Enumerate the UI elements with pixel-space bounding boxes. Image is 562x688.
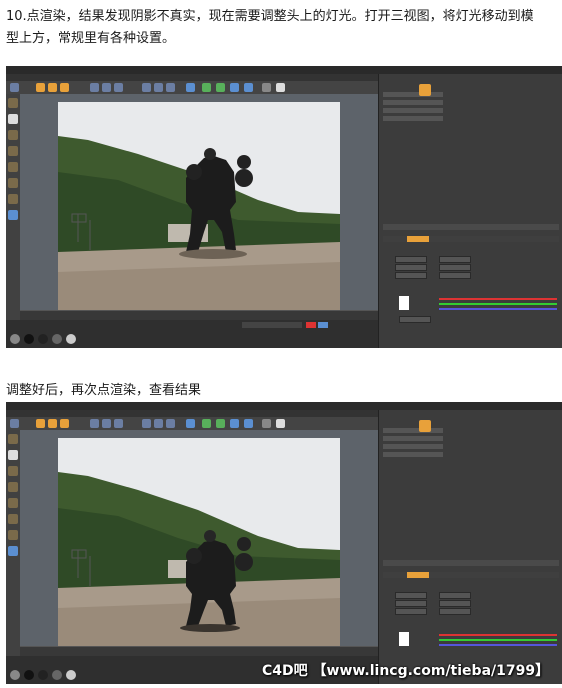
coord-field[interactable]	[439, 600, 471, 607]
render-settings-icon[interactable]	[166, 419, 175, 428]
object-row[interactable]	[383, 436, 443, 441]
tool-icon[interactable]	[8, 162, 18, 172]
tool-icon[interactable]	[8, 482, 18, 492]
object-row[interactable]	[383, 452, 443, 457]
light-icon[interactable]	[276, 419, 285, 428]
coord-field[interactable]	[395, 272, 427, 279]
toolbar	[6, 81, 378, 94]
tool-icon[interactable]	[8, 466, 18, 476]
material-manager	[6, 320, 378, 348]
tool-icon[interactable]	[8, 498, 18, 508]
nurbs-icon[interactable]	[202, 419, 211, 428]
tool-icon[interactable]	[8, 210, 18, 220]
coord-field[interactable]	[395, 256, 427, 263]
rotate-icon[interactable]	[60, 83, 69, 92]
coord-field[interactable]	[439, 608, 471, 615]
cube-icon[interactable]	[186, 83, 195, 92]
tool-icon[interactable]	[8, 114, 18, 124]
render-image	[58, 438, 340, 646]
tool-icon[interactable]	[8, 98, 18, 108]
rotate-icon[interactable]	[60, 419, 69, 428]
move-icon[interactable]	[36, 419, 45, 428]
undo-icon[interactable]	[10, 83, 19, 92]
axis-x-icon[interactable]	[90, 83, 99, 92]
coord-field[interactable]	[395, 264, 427, 271]
tool-icon[interactable]	[8, 450, 18, 460]
c4d-screenshot-1	[6, 66, 562, 348]
render-image	[58, 102, 340, 310]
coord-field[interactable]	[395, 608, 427, 615]
object-row[interactable]	[383, 92, 443, 97]
render-icon[interactable]	[154, 419, 163, 428]
coord-field[interactable]	[439, 592, 471, 599]
scale-icon[interactable]	[48, 83, 57, 92]
green-slider[interactable]	[439, 303, 557, 305]
title-bar	[6, 66, 562, 74]
array-icon[interactable]	[216, 83, 225, 92]
blue-slider[interactable]	[439, 644, 557, 646]
render-icon[interactable]	[154, 83, 163, 92]
axis-y-icon[interactable]	[102, 83, 111, 92]
array-icon[interactable]	[216, 419, 225, 428]
tool-icon[interactable]	[8, 178, 18, 188]
scene-icon[interactable]	[244, 419, 253, 428]
light-icon[interactable]	[276, 83, 285, 92]
coord-field[interactable]	[395, 592, 427, 599]
camera-icon[interactable]	[262, 83, 271, 92]
coord-field[interactable]	[439, 272, 471, 279]
cube-icon[interactable]	[186, 419, 195, 428]
object-and-attributes-panel	[378, 74, 562, 348]
axis-z-icon[interactable]	[114, 419, 123, 428]
axis-y-icon[interactable]	[102, 419, 111, 428]
scene-icon[interactable]	[244, 83, 253, 92]
tool-icon[interactable]	[8, 434, 18, 444]
green-slider[interactable]	[439, 639, 557, 641]
attributes-tabs[interactable]	[383, 224, 559, 230]
red-slider[interactable]	[439, 298, 557, 300]
camera-icon[interactable]	[262, 419, 271, 428]
undo-icon[interactable]	[10, 419, 19, 428]
object-row[interactable]	[383, 444, 443, 449]
left-toolbar	[6, 430, 20, 656]
nurbs-icon[interactable]	[202, 83, 211, 92]
coord-field[interactable]	[395, 600, 427, 607]
coord-field[interactable]	[439, 256, 471, 263]
c4d-screenshot-2	[6, 402, 562, 684]
tool-icon[interactable]	[8, 530, 18, 540]
tool-icon[interactable]	[8, 194, 18, 204]
tool-icon[interactable]	[8, 130, 18, 140]
red-slider[interactable]	[439, 634, 557, 636]
object-row[interactable]	[383, 108, 443, 113]
tool-icon[interactable]	[8, 546, 18, 556]
blue-slider[interactable]	[439, 308, 557, 310]
toolbar	[6, 417, 378, 430]
move-icon[interactable]	[36, 83, 45, 92]
object-row[interactable]	[383, 428, 443, 433]
render-view-icon[interactable]	[142, 419, 151, 428]
object-row[interactable]	[383, 100, 443, 105]
watermark: C4D吧 【www.lincg.com/tieba/1799】	[262, 663, 550, 679]
step-text-1-line1: 10.点渲染，结果发现阴影不真实，现在需要调整头上的灯光。打开三视图，将灯光移动…	[6, 9, 534, 24]
object-and-attributes-panel	[378, 410, 562, 684]
attributes-tabs[interactable]	[383, 560, 559, 566]
title-bar	[6, 402, 562, 410]
left-toolbar	[6, 94, 20, 320]
coord-field[interactable]	[439, 264, 471, 271]
deformer-icon[interactable]	[230, 419, 239, 428]
step-text-1: 10.点渲染，结果发现阴影不真实，现在需要调整头上的灯光。打开三视图，将灯光移动…	[6, 6, 562, 50]
object-row[interactable]	[383, 116, 443, 121]
render-view-icon[interactable]	[142, 83, 151, 92]
render-settings-icon[interactable]	[166, 83, 175, 92]
intensity-field[interactable]	[399, 316, 431, 323]
step-text-2: 调整好后，再次点渲染，查看结果	[6, 383, 202, 398]
axis-x-icon[interactable]	[90, 419, 99, 428]
tool-icon[interactable]	[8, 146, 18, 156]
scale-icon[interactable]	[48, 419, 57, 428]
step-text-1-line2: 型上方，常规里有各种设置。	[6, 31, 176, 46]
deformer-icon[interactable]	[230, 83, 239, 92]
tool-icon[interactable]	[8, 514, 18, 524]
axis-z-icon[interactable]	[114, 83, 123, 92]
